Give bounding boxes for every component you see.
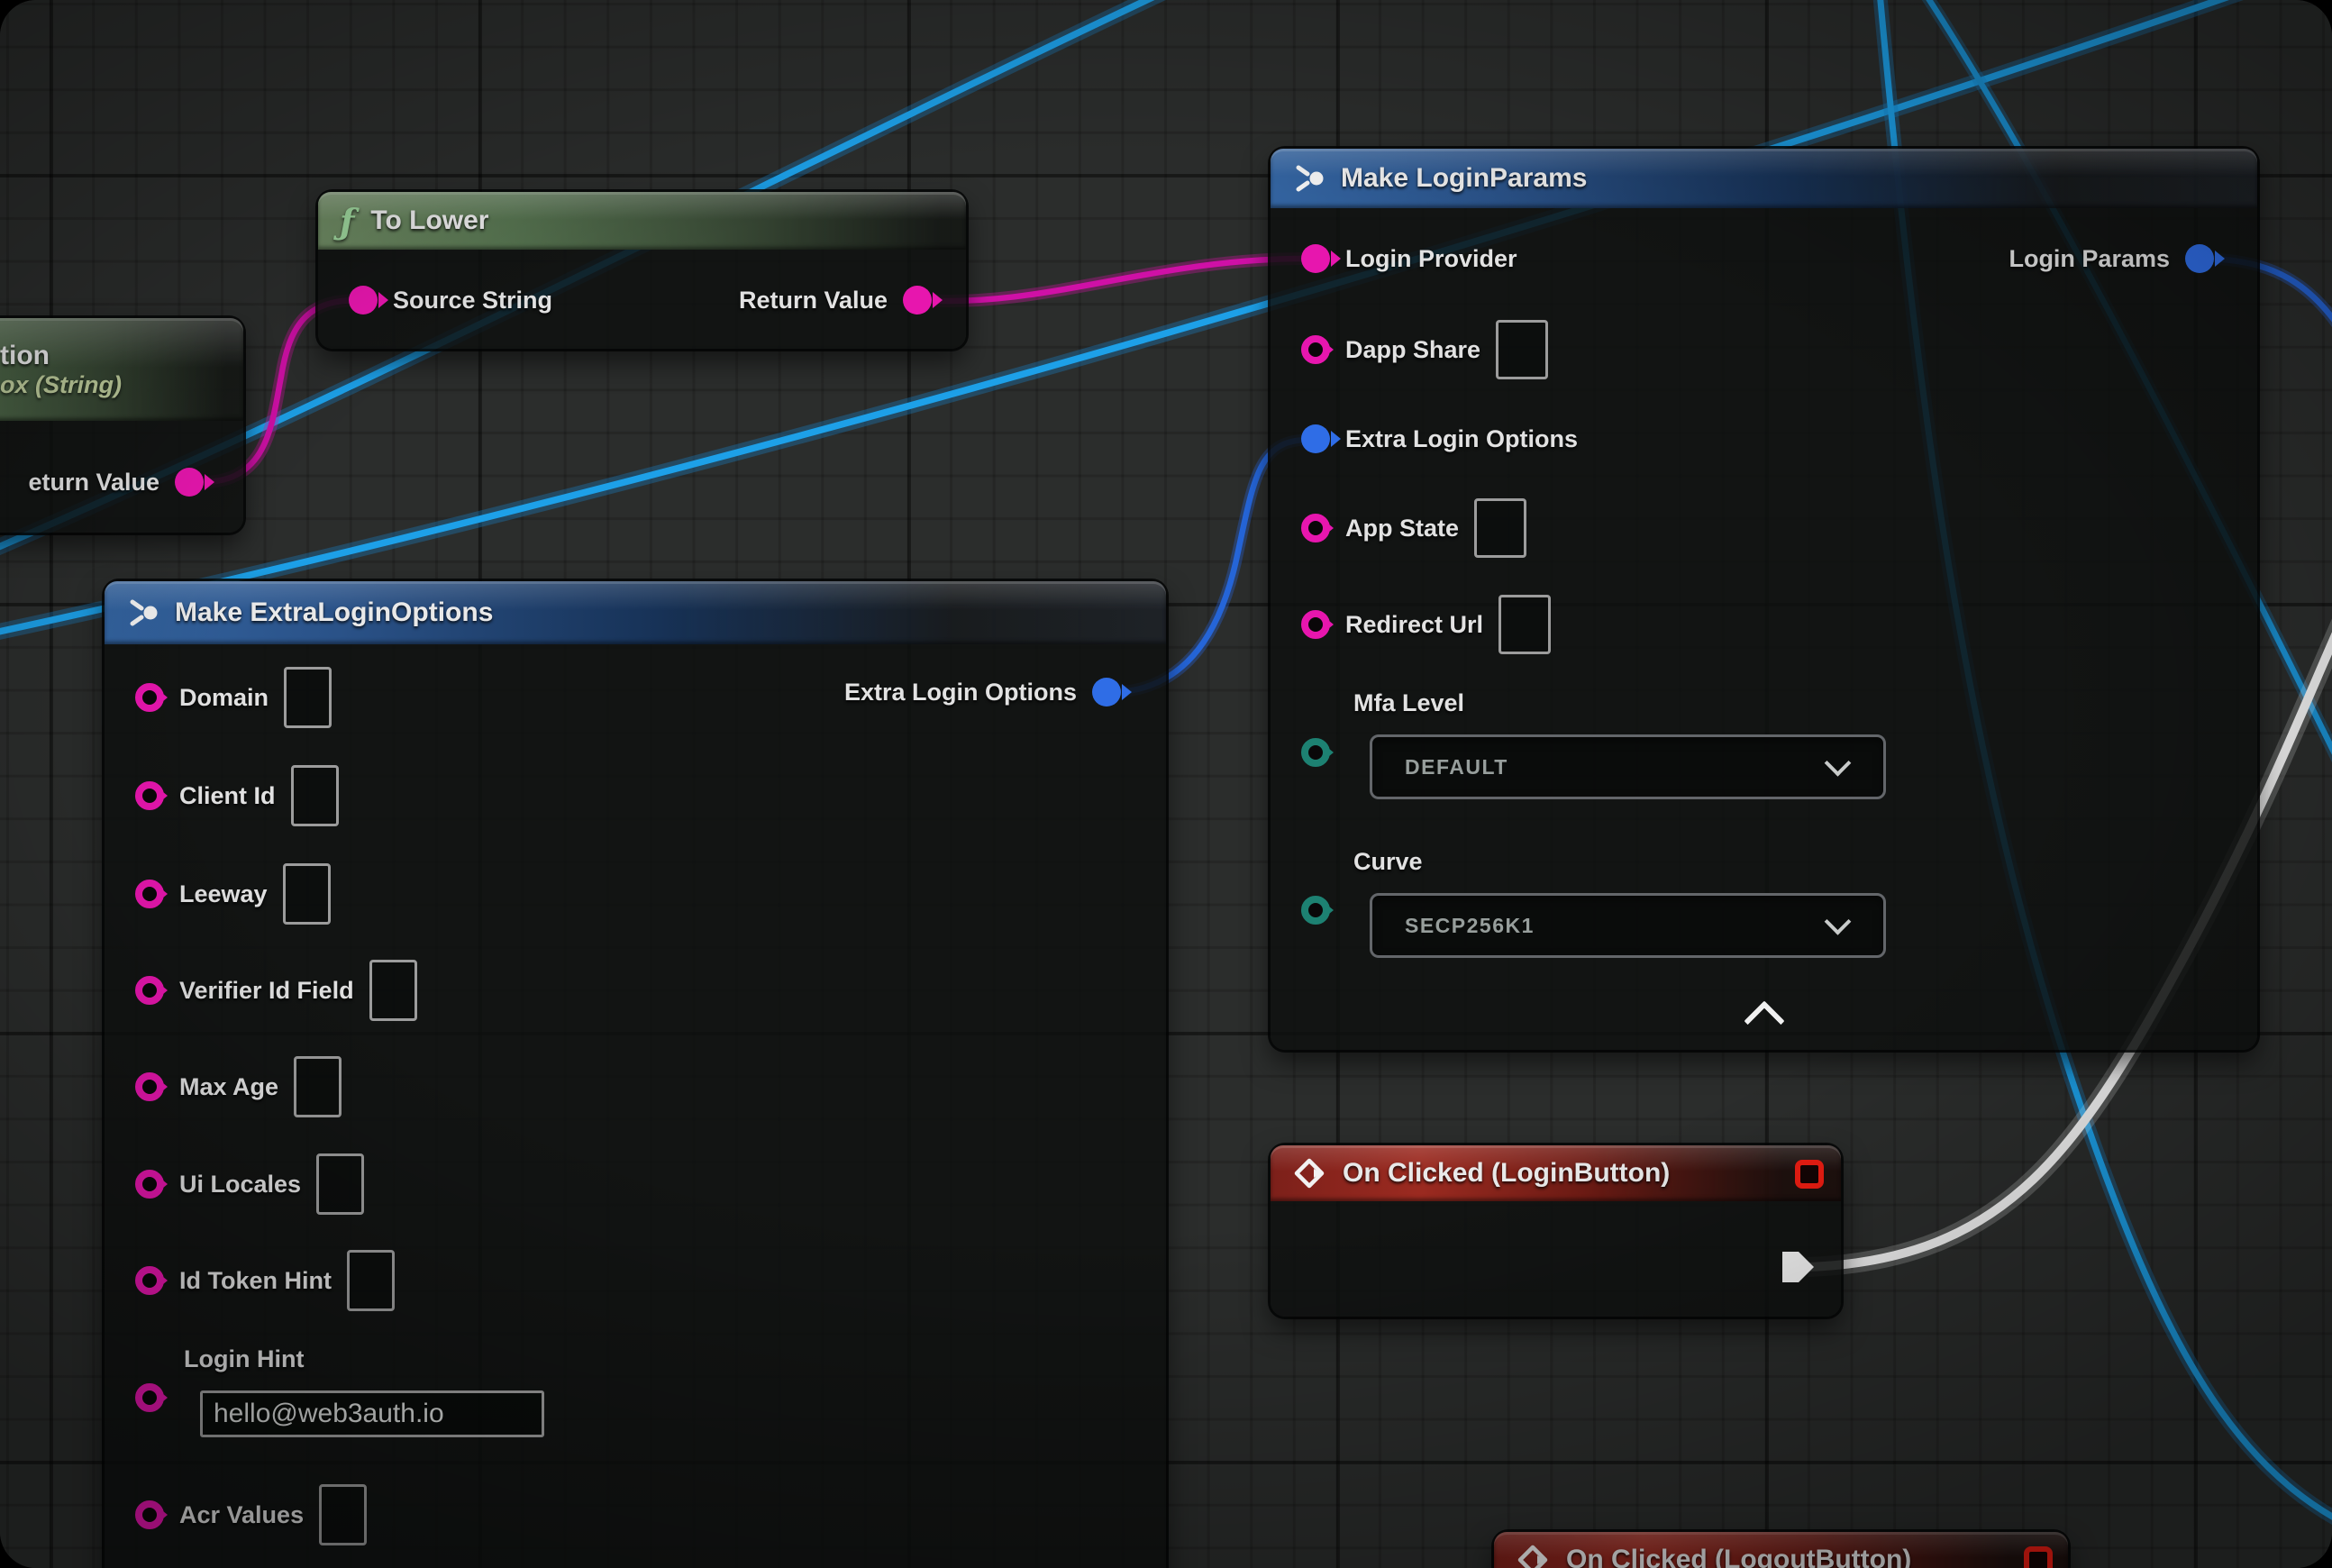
id-token-hint-value-field[interactable] <box>347 1250 395 1311</box>
input-pin-id-token-hint[interactable] <box>135 1266 164 1295</box>
input-pin-dapp-share[interactable] <box>1301 335 1330 364</box>
node-make-loginparams[interactable]: Make LoginParams Login Provider Login Pa… <box>1271 149 2257 1050</box>
node-make-extraloginoptions[interactable]: Make ExtraLoginOptions Domain Client Id … <box>105 581 1166 1568</box>
make-struct-icon <box>126 597 159 628</box>
bound-event-icon[interactable] <box>1795 1160 1824 1189</box>
mfa-level-label: Mfa Level <box>1353 689 1464 717</box>
pin-label: Acr Values <box>179 1501 304 1529</box>
function-icon: ƒ <box>340 201 354 242</box>
wire-tolower-to-loginprovider[interactable] <box>921 259 1305 301</box>
node-to-lower[interactable]: ƒ To Lower Source String Return Value <box>318 192 966 349</box>
pin-label: Max Age <box>179 1073 278 1101</box>
input-pin-login-hint[interactable] <box>135 1383 164 1412</box>
input-pin-app-state[interactable] <box>1301 514 1330 542</box>
node-header[interactable]: Make ExtraLoginOptions <box>105 581 1166 644</box>
node-title: Make ExtraLoginOptions <box>175 597 493 628</box>
curve-dropdown[interactable]: SECP256K1 <box>1370 893 1886 958</box>
login-hint-label: Login Hint <box>184 1345 304 1373</box>
node-header[interactable]: Make LoginParams <box>1271 149 2257 208</box>
acr-values-value-field[interactable] <box>319 1484 367 1545</box>
mfa-level-value: DEFAULT <box>1405 755 1508 779</box>
node-title: On Clicked (LogoutButton) <box>1566 1545 1911 1568</box>
output-pin-return-value[interactable] <box>903 286 932 315</box>
curve-label: Curve <box>1353 848 1423 876</box>
input-pin-extra-login-options[interactable] <box>1301 424 1330 453</box>
pin-label: Domain <box>179 684 269 712</box>
input-pin-mfa-level[interactable] <box>1301 738 1330 767</box>
pin-label: Leeway <box>179 880 268 908</box>
mfa-level-dropdown[interactable]: DEFAULT <box>1370 734 1886 799</box>
bound-event-icon[interactable] <box>2024 1546 2053 1568</box>
input-pin-max-age[interactable] <box>135 1072 164 1101</box>
client-id-value-field[interactable] <box>291 765 339 826</box>
node-subtitle-fragment: ox (String) <box>0 371 122 399</box>
curve-value: SECP256K1 <box>1405 914 1535 938</box>
node-onclicked-logoutbutton[interactable]: On Clicked (LogoutButton) <box>1494 1532 2068 1568</box>
blueprint-editor: tion ox (String) eturn Value ƒ To Lower … <box>0 0 2332 1568</box>
node-onclicked-loginbutton[interactable]: On Clicked (LoginButton) <box>1271 1145 1841 1317</box>
collapse-node-chevron-icon[interactable] <box>1744 1000 1784 1041</box>
input-pin-acr-values[interactable] <box>135 1500 164 1529</box>
input-pin-curve[interactable] <box>1301 896 1330 925</box>
pin-label: Ui Locales <box>179 1171 301 1199</box>
ui-locales-value-field[interactable] <box>316 1153 364 1215</box>
node-title: To Lower <box>370 205 488 236</box>
input-pin-source-string[interactable] <box>349 286 378 315</box>
input-pin-leeway[interactable] <box>135 880 164 908</box>
input-pin-login-provider[interactable] <box>1301 244 1330 273</box>
pin-label: Extra Login Options <box>844 679 1077 707</box>
pin-label: Return Value <box>739 287 888 315</box>
pin-label: Login Params <box>2009 245 2170 273</box>
make-struct-icon <box>1292 163 1325 194</box>
node-title-fragment: tion <box>0 341 50 371</box>
node-header[interactable]: tion ox (String) <box>0 318 243 421</box>
pin-label: Id Token Hint <box>179 1267 332 1295</box>
chevron-down-icon <box>1825 908 1852 935</box>
input-pin-client-id[interactable] <box>135 781 164 810</box>
node-header[interactable]: On Clicked (LoginButton) <box>1271 1145 1841 1201</box>
input-pin-domain[interactable] <box>135 683 164 712</box>
input-pin-verifier-id-field[interactable] <box>135 976 164 1005</box>
pin-label: eturn Value <box>28 469 159 497</box>
node-header[interactable]: On Clicked (LogoutButton) <box>1494 1532 2068 1568</box>
output-pin-login-params[interactable] <box>2185 244 2214 273</box>
chevron-down-icon <box>1825 750 1852 777</box>
event-icon <box>1292 1156 1326 1190</box>
node-title: Make LoginParams <box>1341 163 1587 194</box>
output-pin-return-value[interactable] <box>175 468 204 497</box>
dapp-share-value-field[interactable] <box>1496 320 1548 379</box>
redirect-url-value-field[interactable] <box>1498 595 1551 654</box>
verifier-id-value-field[interactable] <box>369 960 417 1021</box>
leeway-value-field[interactable] <box>283 863 331 925</box>
graph-canvas[interactable]: tion ox (String) eturn Value ƒ To Lower … <box>0 0 2332 1568</box>
max-age-value-field[interactable] <box>294 1056 342 1117</box>
input-pin-redirect-url[interactable] <box>1301 610 1330 639</box>
pin-label: Source String <box>393 287 552 315</box>
domain-value-field[interactable] <box>284 667 332 728</box>
pin-label: App State <box>1345 515 1459 542</box>
pin-label: Extra Login Options <box>1345 425 1578 453</box>
node-partial-function[interactable]: tion ox (String) eturn Value <box>0 318 243 533</box>
node-title: On Clicked (LoginButton) <box>1343 1158 1670 1189</box>
exec-output-pin[interactable] <box>1781 1250 1817 1289</box>
login-hint-input[interactable] <box>200 1390 544 1437</box>
pin-label: Redirect Url <box>1345 611 1483 639</box>
node-header[interactable]: ƒ To Lower <box>318 192 966 250</box>
input-pin-ui-locales[interactable] <box>135 1170 164 1199</box>
app-state-value-field[interactable] <box>1474 498 1526 558</box>
pin-label: Dapp Share <box>1345 336 1480 364</box>
pin-label: Verifier Id Field <box>179 977 354 1005</box>
event-icon <box>1516 1543 1550 1568</box>
pin-label: Client Id <box>179 782 276 810</box>
pin-label: Login Provider <box>1345 245 1517 273</box>
output-pin-extra-login-options[interactable] <box>1092 678 1121 707</box>
